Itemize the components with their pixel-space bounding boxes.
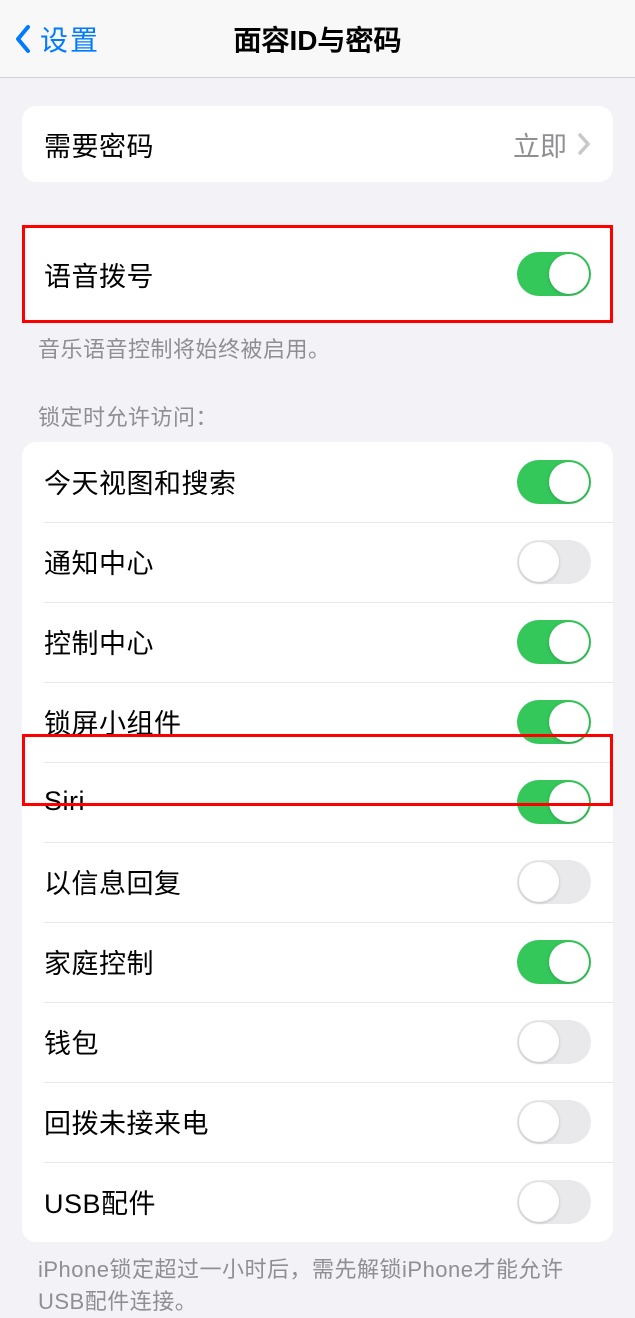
row-lock-access-item: 钱包 xyxy=(22,1002,613,1082)
row-lock-access-item: 家庭控制 xyxy=(22,922,613,1002)
row-lock-access-item: USB配件 xyxy=(22,1162,613,1242)
group-require-passcode: 需要密码 立即 xyxy=(22,106,613,182)
lock-access-item-toggle[interactable] xyxy=(517,1180,591,1224)
require-passcode-value-text: 立即 xyxy=(513,125,567,164)
lock-access-item-label: Siri xyxy=(44,786,85,817)
lock-access-item-label: 回拨未接来电 xyxy=(44,1102,209,1141)
lock-access-item-label: 锁屏小组件 xyxy=(44,702,182,741)
row-lock-access-item: 锁屏小组件 xyxy=(22,682,613,762)
group-voice-dial: 语音拨号 xyxy=(22,226,613,322)
chevron-right-icon xyxy=(577,132,591,156)
section-voice-dial: 语音拨号 音乐语音控制将始终被启用。 xyxy=(0,226,635,366)
toggle-knob xyxy=(519,1022,559,1062)
toggle-knob xyxy=(549,782,589,822)
row-lock-access-item: 回拨未接来电 xyxy=(22,1082,613,1162)
lock-access-item-label: 以信息回复 xyxy=(44,862,182,901)
lock-access-item-toggle[interactable] xyxy=(517,460,591,504)
content: 需要密码 立即 语音拨号 音乐语音控制将始终被启用 xyxy=(0,106,635,1318)
nav-header: 设置 面容ID与密码 xyxy=(0,0,635,78)
lock-access-item-label: 钱包 xyxy=(44,1022,99,1061)
require-passcode-label: 需要密码 xyxy=(44,125,154,164)
chevron-left-icon xyxy=(12,23,34,55)
row-require-passcode[interactable]: 需要密码 立即 xyxy=(22,106,613,182)
toggle-knob xyxy=(519,542,559,582)
lock-access-item-toggle[interactable] xyxy=(517,700,591,744)
lock-access-item-toggle[interactable] xyxy=(517,860,591,904)
toggle-knob xyxy=(549,622,589,662)
lock-access-item-label: 通知中心 xyxy=(44,542,154,581)
row-lock-access-item: 通知中心 xyxy=(22,522,613,602)
row-voice-dial: 语音拨号 xyxy=(22,226,613,322)
section-lock-access: 锁定时允许访问： 今天视图和搜索通知中心控制中心锁屏小组件 Siri 以信息回复家庭… xyxy=(0,400,635,1318)
toggle-knob xyxy=(519,1182,559,1222)
voice-dial-footer: 音乐语音控制将始终被启用。 xyxy=(0,322,635,366)
back-button[interactable]: 设置 xyxy=(0,19,100,59)
lock-access-item-toggle[interactable] xyxy=(517,540,591,584)
lock-access-item-toggle[interactable] xyxy=(517,940,591,984)
back-label: 设置 xyxy=(40,19,100,59)
row-lock-access-item: 控制中心 xyxy=(22,602,613,682)
lock-access-footer: iPhone锁定超过一小时后，需先解锁iPhone才能允许USB配件连接。 xyxy=(0,1242,635,1318)
toggle-knob xyxy=(519,1102,559,1142)
lock-access-item-toggle[interactable] xyxy=(517,1100,591,1144)
lock-access-item-toggle[interactable] xyxy=(517,620,591,664)
lock-access-item-label: USB配件 xyxy=(44,1182,156,1221)
page-title: 面容ID与密码 xyxy=(233,19,401,59)
require-passcode-value: 立即 xyxy=(513,125,591,164)
group-lock-access: 今天视图和搜索通知中心控制中心锁屏小组件 Siri 以信息回复家庭控制钱包回拨未接来… xyxy=(22,442,613,1242)
voice-dial-toggle[interactable] xyxy=(517,252,591,296)
toggle-knob xyxy=(549,462,589,502)
section-require-passcode: 需要密码 立即 xyxy=(0,106,635,182)
row-lock-access-item: 今天视图和搜索 xyxy=(22,442,613,522)
lock-access-header: 锁定时允许访问： xyxy=(0,400,635,442)
lock-access-item-label: 控制中心 xyxy=(44,622,154,661)
lock-access-item-toggle[interactable] xyxy=(517,780,591,824)
lock-access-item-label: 今天视图和搜索 xyxy=(44,462,237,501)
voice-dial-label: 语音拨号 xyxy=(44,255,154,294)
row-lock-access-item: 以信息回复 xyxy=(22,842,613,922)
toggle-knob xyxy=(549,942,589,982)
toggle-knob xyxy=(549,702,589,742)
toggle-knob xyxy=(519,862,559,902)
lock-access-item-label: 家庭控制 xyxy=(44,942,154,981)
row-lock-access-item: Siri xyxy=(22,762,613,842)
toggle-knob xyxy=(549,254,589,294)
lock-access-item-toggle[interactable] xyxy=(517,1020,591,1064)
